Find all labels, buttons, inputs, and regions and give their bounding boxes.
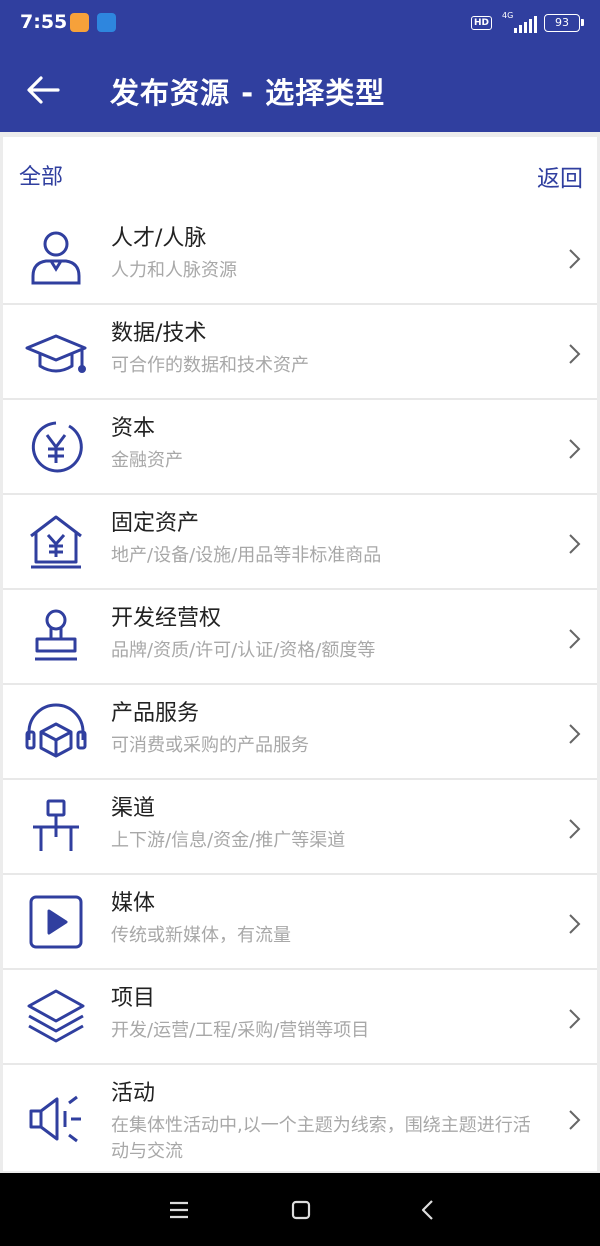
page-title: 发布资源 - 选择类型 <box>110 76 386 110</box>
category-item-business-rights[interactable]: 开发经营权 品牌/资质/许可/认证/资格/额度等 <box>3 590 597 685</box>
category-name: 项目 <box>111 986 156 1011</box>
home-square-icon[interactable] <box>286 1195 316 1225</box>
blue-app-icon <box>97 13 116 32</box>
chevron-right-icon <box>569 534 581 554</box>
category-item-events[interactable]: 活动 在集体性活动中,以一个主题为线索，围绕主题进行活动与交流 <box>3 1065 597 1171</box>
filter-all-label[interactable]: 全部 <box>19 159 63 191</box>
chevron-right-icon <box>569 249 581 269</box>
category-name: 固定资产 <box>111 511 200 536</box>
category-name: 人才/人脉 <box>111 226 207 251</box>
signal-icon: 4G <box>502 11 537 33</box>
category-item-projects[interactable]: 项目 开发/运营/工程/采购/营销等项目 <box>3 970 597 1065</box>
chevron-right-icon <box>569 439 581 459</box>
category-item-capital[interactable]: 资本 金融资产 <box>3 400 597 495</box>
back-triangle-icon[interactable] <box>413 1195 443 1225</box>
card-header: 全部 返回 <box>3 137 597 210</box>
chevron-right-icon <box>569 344 581 364</box>
chevron-right-icon <box>569 819 581 839</box>
category-name: 开发经营权 <box>111 606 222 631</box>
chevron-right-icon <box>569 1009 581 1029</box>
category-desc: 可合作的数据和技术资产 <box>111 355 309 376</box>
category-name: 活动 <box>111 1081 156 1106</box>
category-name: 资本 <box>111 416 156 441</box>
category-desc: 传统或新媒体，有流量 <box>111 925 291 946</box>
category-desc: 金融资产 <box>111 450 183 471</box>
chevron-right-icon <box>569 914 581 934</box>
layers-icon <box>27 989 85 1043</box>
category-item-data-tech[interactable]: 数据/技术 可合作的数据和技术资产 <box>3 305 597 400</box>
status-time: 7:55 <box>20 11 68 33</box>
graduation-cap-icon <box>25 334 87 373</box>
category-desc: 可消费或采购的产品服务 <box>111 735 309 756</box>
category-name: 渠道 <box>111 796 156 821</box>
category-item-media[interactable]: 媒体 传统或新媒体，有流量 <box>3 875 597 970</box>
chevron-right-icon <box>569 629 581 649</box>
system-nav-bar <box>0 1173 600 1246</box>
orange-message-icon <box>70 13 89 32</box>
category-desc: 地产/设备/设施/用品等非标准商品 <box>111 545 382 566</box>
hd-icon: HD <box>470 16 492 30</box>
chevron-right-icon <box>569 724 581 744</box>
hierarchy-icon <box>33 799 79 851</box>
menu-icon[interactable] <box>164 1195 194 1225</box>
return-button[interactable]: 返回 <box>537 159 583 193</box>
status-icons: HD 4G 93 <box>470 11 584 34</box>
category-item-products-services[interactable]: 产品服务 可消费或采购的产品服务 <box>3 685 597 780</box>
play-video-icon <box>29 895 83 949</box>
app-bar: 7:55 HD 4G 93 发布资源 - 选择类型 <box>0 0 600 132</box>
category-desc: 品牌/资质/许可/认证/资格/额度等 <box>111 640 376 661</box>
stamp-icon <box>35 609 77 661</box>
category-desc: 人力和人脉资源 <box>111 260 237 281</box>
category-card: 全部 返回 人才/人脉 人力和人脉资源 数据/技术 可合作的数据和技术资产 资本… <box>3 137 597 1171</box>
headset-box-icon <box>25 703 87 758</box>
battery-icon: 93 <box>544 14 584 32</box>
person-icon <box>31 231 81 285</box>
category-item-channels[interactable]: 渠道 上下游/信息/资金/推广等渠道 <box>3 780 597 875</box>
yen-coin-icon <box>31 421 83 473</box>
category-desc: 开发/运营/工程/采购/营销等项目 <box>111 1020 370 1041</box>
megaphone-icon <box>29 1095 81 1143</box>
chevron-right-icon <box>569 1110 581 1130</box>
back-arrow-icon[interactable] <box>26 75 60 105</box>
category-name: 产品服务 <box>111 701 200 726</box>
category-item-talent[interactable]: 人才/人脉 人力和人脉资源 <box>3 210 597 305</box>
house-yen-icon <box>30 515 82 569</box>
category-item-fixed-assets[interactable]: 固定资产 地产/设备/设施/用品等非标准商品 <box>3 495 597 590</box>
category-desc: 上下游/信息/资金/推广等渠道 <box>111 830 346 851</box>
category-name: 媒体 <box>111 891 156 916</box>
network-type: 4G <box>502 11 514 20</box>
category-desc: 在集体性活动中,以一个主题为线索，围绕主题进行活动与交流 <box>111 1115 531 1162</box>
category-name: 数据/技术 <box>111 321 207 346</box>
